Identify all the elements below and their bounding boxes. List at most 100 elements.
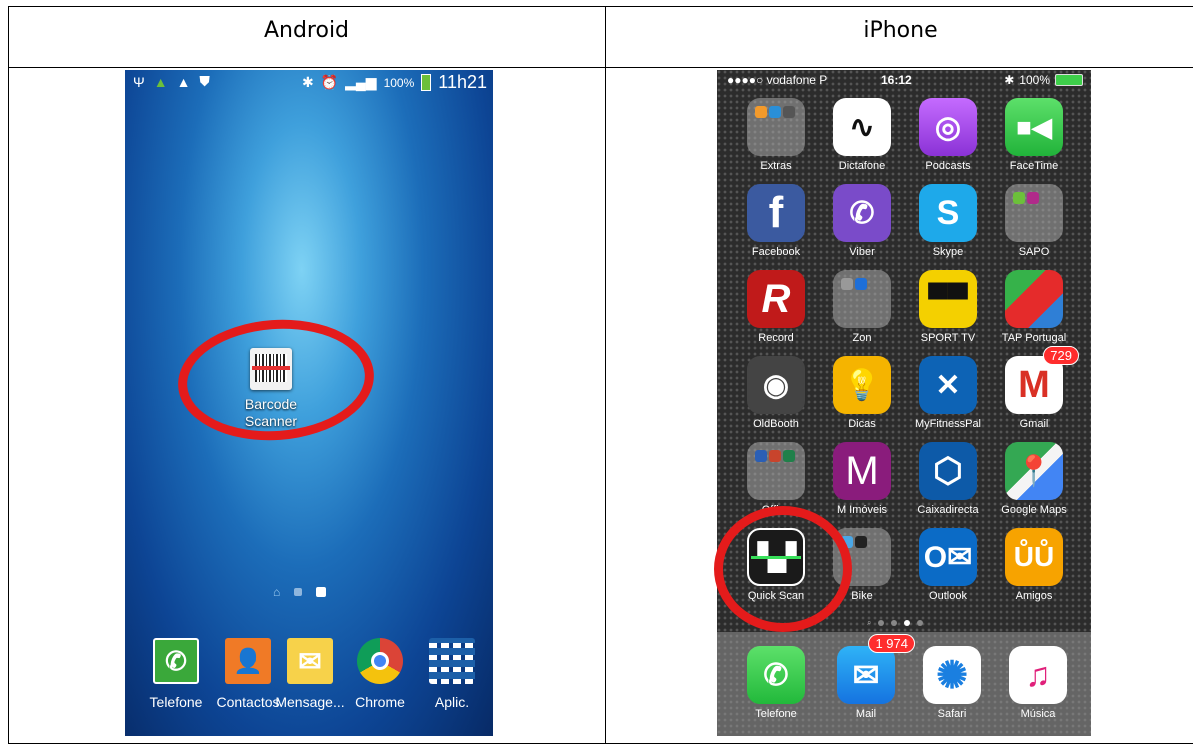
app-label: OldBooth [753,418,799,430]
app-sport-tv[interactable]: ▀▀ SPORT TV [909,270,987,344]
dock-item-safari[interactable]: ✺ Safari [913,646,991,720]
app-label: Facebook [751,246,801,258]
app-label: FaceTime [1009,160,1059,172]
app-facebook[interactable]: f Facebook [737,184,815,258]
page-indicator[interactable]: ⌕ [867,618,924,628]
contacts-icon: 👤 [225,638,271,684]
app-label: Dicas [848,418,876,430]
app-oldbooth[interactable]: ◉ OldBooth [737,356,815,430]
voice-memo-icon: ∿ [833,98,891,156]
dock-label: Telefone [755,708,797,720]
app-myfitnesspal[interactable]: ✕ MyFitnessPal [909,356,987,430]
app-label: SPORT TV [920,332,976,344]
app-label: SAPO [1018,246,1050,258]
warning-icon: ▲ [176,73,191,90]
page-indicator[interactable]: ⌂ [273,585,327,599]
folder-icon [747,98,805,156]
app-label: Amigos [1015,590,1053,602]
app-label: Record [758,332,794,344]
record-icon: R [747,270,805,328]
app-google-maps[interactable]: 📍 Google Maps [995,442,1073,516]
dock-item-telefone[interactable]: ✆ Telefone [737,646,815,720]
page-dot [891,620,898,626]
app-skype[interactable]: S Skype [909,184,987,258]
status-bar: Ψ ▲ ▲ ⛊ ✱ ⏰ ▂▄▆ 100% 11h21 [125,70,493,94]
folder-icon [1005,184,1063,242]
battery-icon [1055,74,1083,86]
app-viber[interactable]: ✆ Viber [823,184,901,258]
folder-icon [833,270,891,328]
dock-label: Música [1020,708,1056,720]
app-outlook[interactable]: O✉ Outlook [909,528,987,602]
table-divider [605,6,606,744]
dock-item-chrome[interactable]: Chrome [343,638,417,710]
table-divider [8,67,1193,68]
app-podcasts[interactable]: ◎ Podcasts [909,98,987,172]
carrier: ●●●●○ vodafone P [727,73,828,87]
dock-item-musica[interactable]: ♫ Música [999,646,1077,720]
app-extras[interactable]: Extras [737,98,815,172]
dock-item-telefone[interactable]: ✆ Telefone [139,638,213,710]
maps-icon: 📍 [1005,442,1063,500]
home-icon: ⌂ [273,585,281,599]
dock-label: Mail [855,708,877,720]
oldbooth-icon: ◉ [747,356,805,414]
bluetooth-icon: ✱ [1004,73,1015,87]
app-gmail[interactable]: 729 M Gmail [995,346,1079,430]
facetime-icon: ■◀ [1005,98,1063,156]
app-sapo[interactable]: SAPO [995,184,1073,258]
caixa-icon: ⬡ [919,442,977,500]
app-tap-portugal[interactable]: TAP Portugal [995,270,1073,344]
dock-item-mensagens[interactable]: ✉ Mensage... [273,638,347,710]
alarm-icon: ⏰ [320,74,339,90]
page-dot-active [904,620,911,626]
app-label: Viber [849,246,875,258]
app-dicas[interactable]: 💡 Dicas [823,356,901,430]
music-icon: ♫ [1009,646,1067,704]
app-amigos[interactable]: ŮŮ Amigos [995,528,1073,602]
notification-badge: 729 [1043,346,1079,365]
download-icon: ▲ [153,73,168,90]
app-record[interactable]: R Record [737,270,815,344]
app-label: Podcasts [925,160,971,172]
app-office[interactable]: Office [737,442,815,516]
skype-icon: S [919,184,977,242]
page-dot [878,620,885,626]
usb-icon: Ψ [133,73,145,90]
notification-badge: 1 974 [868,634,915,653]
podcasts-icon: ◎ [919,98,977,156]
app-m-imoveis[interactable]: M M Imóveis [823,442,901,516]
sport-tv-icon: ▀▀ [919,270,977,328]
app-label: MyFitnessPal [914,418,982,430]
page-dot [917,620,924,626]
app-label: Zon [852,332,872,344]
app-dictafone[interactable]: ∿ Dictafone [823,98,901,172]
app-label: Gmail [1019,418,1049,430]
iphone-home-screen: ●●●●○ vodafone P 16:12 ✱ 100% Extras ∿ D… [717,70,1091,736]
dock-label: Telefone [149,694,203,710]
dock: ✆ Telefone 1 974 ✉ Mail ✺ Safari ♫ Músic… [717,632,1091,736]
dock: ✆ Telefone 👤 Contactos ✉ Mensage... Chro… [125,630,493,736]
app-facetime[interactable]: ■◀ FaceTime [995,98,1073,172]
viber-icon: ✆ [833,184,891,242]
fitness-icon: ✕ [919,356,977,414]
dock-item-aplic[interactable]: Aplic. [415,638,489,710]
dock-item-mail[interactable]: 1 974 ✉ Mail [827,634,915,720]
dock-label: Contactos [216,694,280,710]
battery-percent: 100% [1019,73,1050,87]
app-zon[interactable]: Zon [823,270,901,344]
search-icon: ⌕ [867,618,872,627]
dock-label: Mensage... [275,694,345,710]
apps-grid-icon [429,638,475,684]
lightbulb-icon: 💡 [833,356,891,414]
mail-icon: ✉ [837,646,895,704]
chrome-icon [357,638,403,684]
phone-icon: ✆ [153,638,199,684]
app-label: Outlook [929,590,967,602]
column-header-android: Android [263,18,350,43]
friends-icon: ŮŮ [1005,528,1063,586]
app-label: TAP Portugal [1001,332,1067,344]
app-caixadirecta[interactable]: ⬡ Caixadirecta [909,442,987,516]
app-label: M Imóveis [836,504,888,516]
tap-icon [1005,270,1063,328]
